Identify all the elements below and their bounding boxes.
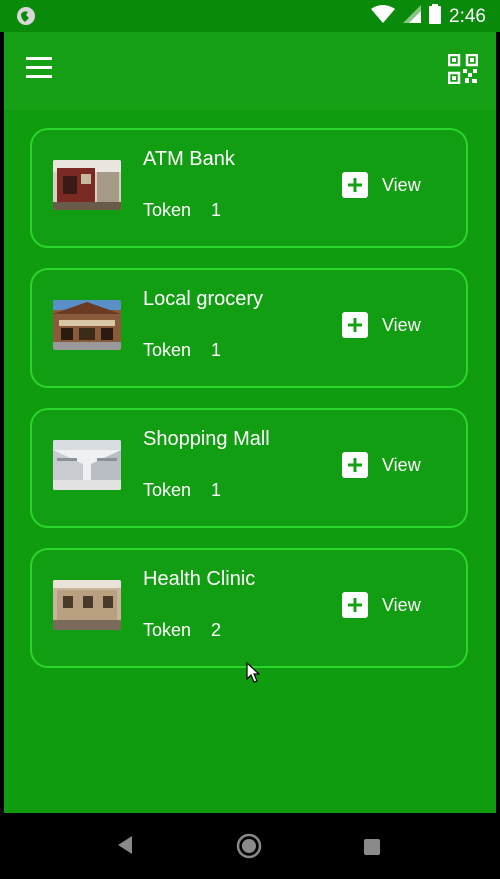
token-row: Token 2 xyxy=(143,620,221,641)
status-time: 2:46 xyxy=(449,5,486,27)
token-row: Token 1 xyxy=(143,480,221,501)
place-name: Shopping Mall xyxy=(143,428,270,450)
plus-icon xyxy=(342,312,368,338)
wifi-icon xyxy=(371,5,396,28)
battery-icon xyxy=(429,4,442,29)
place-card-health-clinic[interactable]: Health Clinic Token 2 View xyxy=(30,548,468,668)
home-icon[interactable] xyxy=(236,833,262,864)
place-card-atm-bank[interactable]: ATM Bank Token 1 View xyxy=(30,128,468,248)
system-nav-bar xyxy=(0,813,500,879)
back-icon[interactable] xyxy=(116,835,134,860)
mouse-cursor-icon xyxy=(246,661,261,689)
status-bar: 2:46 xyxy=(0,0,500,32)
place-name: Health Clinic xyxy=(143,568,256,590)
cell-signal-icon xyxy=(403,5,422,28)
places-list: ATM Bank Token 1 View Local grocery Toke… xyxy=(4,110,496,813)
app-notification-icon xyxy=(16,6,36,26)
place-name: ATM Bank xyxy=(143,148,235,170)
view-button[interactable]: View xyxy=(342,310,421,340)
token-label: Token xyxy=(143,340,192,360)
view-label: View xyxy=(382,314,421,335)
app-bar xyxy=(4,32,496,110)
token-value: 1 xyxy=(211,200,222,220)
plus-icon xyxy=(342,452,368,478)
token-row: Token 1 xyxy=(143,200,221,221)
mall-photo xyxy=(53,440,121,490)
view-button[interactable]: View xyxy=(342,590,421,620)
qr-code-scan-icon[interactable] xyxy=(447,53,479,85)
atm-bank-photo xyxy=(53,160,121,210)
view-label: View xyxy=(382,594,421,615)
token-value: 2 xyxy=(211,620,222,640)
view-button[interactable]: View xyxy=(342,170,421,200)
place-name: Local grocery xyxy=(143,288,264,310)
clinic-photo xyxy=(53,580,121,630)
view-label: View xyxy=(382,454,421,475)
plus-icon xyxy=(342,592,368,618)
token-row: Token 1 xyxy=(143,340,221,361)
grocery-photo xyxy=(53,300,121,350)
token-label: Token xyxy=(143,620,192,640)
token-label: Token xyxy=(143,200,192,220)
recent-apps-icon[interactable] xyxy=(364,839,380,855)
place-card-shopping-mall[interactable]: Shopping Mall Token 1 View xyxy=(30,408,468,528)
token-label: Token xyxy=(143,480,192,500)
plus-icon xyxy=(342,172,368,198)
token-value: 1 xyxy=(211,480,222,500)
view-label: View xyxy=(382,174,421,195)
menu-icon[interactable] xyxy=(26,57,56,83)
place-card-local-grocery[interactable]: Local grocery Token 1 View xyxy=(30,268,468,388)
token-value: 1 xyxy=(211,340,222,360)
view-button[interactable]: View xyxy=(342,450,421,480)
